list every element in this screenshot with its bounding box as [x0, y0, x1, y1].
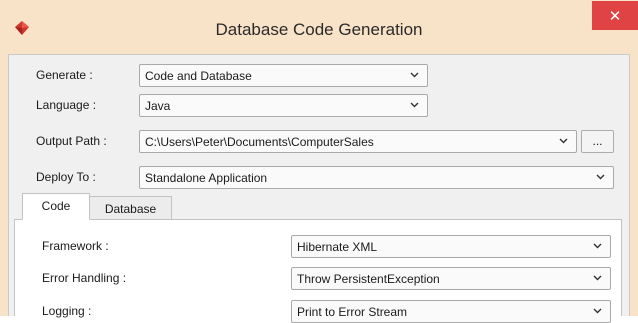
code-tab-panel: Framework : Hibernate XML Error Handling…	[14, 219, 622, 323]
generate-label: Generate :	[36, 68, 93, 82]
chevron-down-icon	[410, 72, 419, 78]
chevron-down-icon	[593, 308, 602, 314]
output-path-label: Output Path :	[36, 134, 107, 148]
framework-value: Hibernate XML	[297, 240, 378, 254]
error-handling-label: Error Handling :	[42, 271, 127, 285]
chevron-down-icon	[596, 174, 605, 180]
error-handling-select[interactable]: Throw PersistentException	[291, 267, 611, 290]
error-handling-value: Throw PersistentException	[297, 272, 440, 286]
language-select-value: Java	[145, 99, 171, 113]
framework-select[interactable]: Hibernate XML	[291, 235, 611, 258]
logging-value: Print to Error Stream	[297, 305, 408, 319]
deploy-to-select[interactable]: Standalone Application	[139, 166, 614, 189]
chevron-down-icon	[410, 102, 419, 108]
chevron-down-icon	[593, 275, 602, 281]
output-path-combo[interactable]: C:\Users\Peter\Documents\ComputerSales	[139, 130, 577, 153]
language-label: Language :	[36, 98, 97, 112]
output-path-value: C:\Users\Peter\Documents\ComputerSales	[145, 135, 374, 149]
generate-select[interactable]: Code and Database	[139, 64, 428, 87]
close-icon: ✕	[608, 7, 622, 25]
generate-select-value: Code and Database	[145, 69, 252, 83]
window-title: Database Code Generation	[215, 20, 423, 39]
tab-code[interactable]: Code	[22, 193, 90, 220]
deploy-to-value: Standalone Application	[145, 171, 268, 185]
deploy-to-label: Deploy To :	[36, 170, 96, 184]
chevron-down-icon	[559, 138, 568, 144]
title-bar[interactable]: Database Code Generation ✕	[0, 0, 638, 54]
dialog-window: Database Code Generation ✕ Generate : Co…	[0, 0, 638, 323]
browse-button[interactable]: ...	[581, 130, 614, 153]
logging-select[interactable]: Print to Error Stream	[291, 300, 611, 323]
language-select[interactable]: Java	[139, 94, 428, 117]
tab-database-label: Database	[104, 202, 157, 216]
chevron-down-icon	[593, 243, 602, 249]
framework-label: Framework :	[42, 239, 109, 253]
close-button[interactable]: ✕	[592, 1, 638, 30]
tab-database[interactable]: Database	[89, 196, 172, 220]
tab-code-label: Code	[41, 199, 71, 213]
